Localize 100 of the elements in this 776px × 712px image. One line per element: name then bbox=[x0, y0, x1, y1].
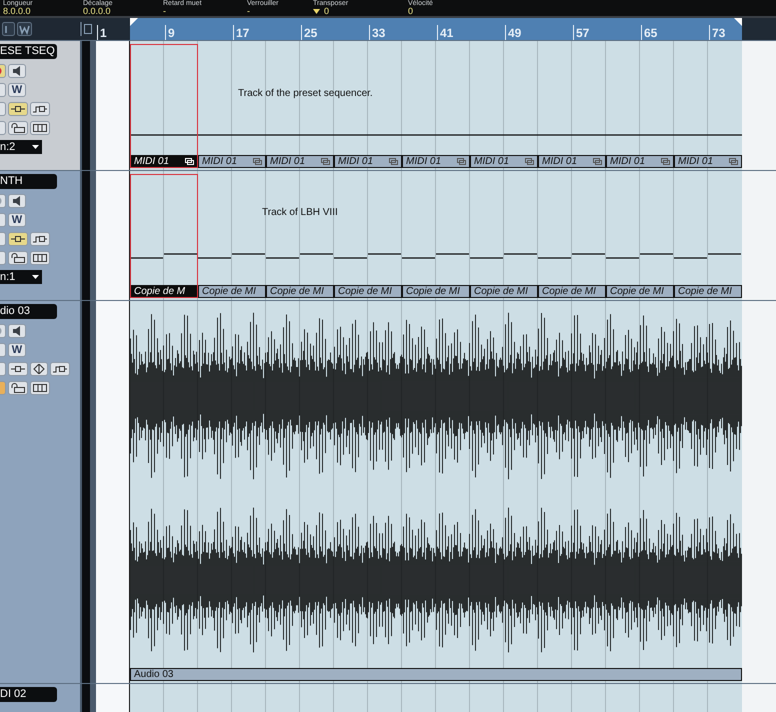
part-name: Copie de MI bbox=[406, 286, 460, 297]
track-header[interactable]: NTH W n:1 bbox=[0, 171, 80, 300]
channel-dropdown[interactable]: n:2 bbox=[0, 140, 42, 154]
bar-number: 33 bbox=[369, 25, 386, 40]
lock-button[interactable] bbox=[8, 381, 28, 395]
part-name: Copie de MI bbox=[202, 286, 256, 297]
midi-part-label[interactable]: Copie de M bbox=[130, 285, 198, 298]
track-name-field[interactable]: NTH bbox=[0, 174, 57, 189]
field-value: 8.0.0.0 bbox=[3, 7, 31, 16]
send-button[interactable] bbox=[30, 102, 50, 116]
track-name-field[interactable]: DI 02 bbox=[0, 687, 57, 702]
shared-copy-icon bbox=[661, 158, 670, 165]
part-name: MIDI 01 bbox=[406, 156, 442, 167]
track-header[interactable]: ESE TSEQ W n:2 bbox=[0, 41, 80, 170]
lock-icon bbox=[11, 253, 25, 263]
midi-part-label[interactable]: MIDI 01 bbox=[334, 155, 402, 168]
midi-part-label[interactable]: Copie de MI bbox=[606, 285, 674, 298]
left-locator-icon bbox=[130, 18, 138, 26]
insert-button[interactable] bbox=[8, 362, 28, 376]
track-header[interactable]: DI 02 bbox=[0, 684, 80, 712]
midi-part-label[interactable]: MIDI 01 bbox=[538, 155, 606, 168]
diamond-icon bbox=[33, 364, 45, 374]
part-name: MIDI 01 bbox=[202, 156, 238, 167]
midi-part-label[interactable]: Copie de MI bbox=[470, 285, 538, 298]
shared-copy-icon bbox=[525, 158, 534, 165]
insert-button[interactable] bbox=[8, 232, 28, 246]
track-note: Track of the preset sequencer. bbox=[238, 88, 373, 100]
send-icon bbox=[33, 235, 47, 243]
write-button[interactable]: W bbox=[8, 213, 26, 227]
part-name: MIDI 01 bbox=[542, 156, 578, 167]
shared-copy-icon bbox=[185, 158, 194, 165]
audio-part-label[interactable]: Audio 03 bbox=[130, 668, 742, 681]
part-name: Copie de MI bbox=[610, 286, 664, 297]
midi-part-label[interactable]: MIDI 01 bbox=[674, 155, 742, 168]
part-name: MIDI 01 bbox=[270, 156, 306, 167]
shared-copy-icon bbox=[321, 158, 330, 165]
track-name-field[interactable]: dio 03 bbox=[0, 304, 57, 319]
midi-part-label[interactable]: MIDI 01 bbox=[198, 155, 266, 168]
columns-icon bbox=[33, 254, 47, 262]
field-value: 0 bbox=[324, 7, 330, 16]
pan-button[interactable] bbox=[30, 362, 48, 376]
midi-part-label[interactable]: MIDI 01 bbox=[470, 155, 538, 168]
lock-button[interactable] bbox=[8, 121, 28, 135]
midi-part-label[interactable]: Copie de MI bbox=[674, 285, 742, 298]
part-name: Copie de MI bbox=[678, 286, 732, 297]
field-value: 0.0.0.0 bbox=[83, 7, 111, 16]
part-name: MIDI 01 bbox=[678, 156, 714, 167]
channel-value: n:2 bbox=[0, 140, 16, 154]
ruler-bar[interactable] bbox=[130, 18, 742, 40]
midi-part-label[interactable]: MIDI 01 bbox=[130, 155, 198, 168]
editor-button[interactable] bbox=[30, 121, 50, 135]
bar-number: 65 bbox=[641, 25, 658, 40]
shared-copy-icon bbox=[253, 158, 262, 165]
midi-part-label[interactable]: Copie de MI bbox=[334, 285, 402, 298]
bar-number: 1 bbox=[97, 25, 107, 40]
midi-part-label[interactable]: Copie de MI bbox=[198, 285, 266, 298]
insert-button[interactable] bbox=[8, 102, 28, 116]
field-value: - bbox=[163, 7, 166, 16]
columns-icon bbox=[33, 124, 47, 132]
monitor-button[interactable] bbox=[8, 64, 26, 78]
bar-number: 57 bbox=[573, 25, 590, 40]
shared-copy-icon bbox=[457, 158, 466, 165]
write-button[interactable]: W bbox=[8, 83, 26, 97]
lock-icon bbox=[11, 123, 25, 133]
monitor-button[interactable] bbox=[8, 324, 26, 338]
part-name: MIDI 01 bbox=[134, 156, 170, 167]
part-name: Copie de MI bbox=[542, 286, 596, 297]
channel-dropdown[interactable]: n:1 bbox=[0, 270, 42, 284]
bar-number: 41 bbox=[437, 25, 454, 40]
track-header[interactable]: dio 03 W bbox=[0, 301, 80, 683]
insert-icon bbox=[11, 365, 25, 373]
columns-icon bbox=[33, 384, 47, 392]
editor-button[interactable] bbox=[30, 381, 50, 395]
bar-number: 9 bbox=[165, 25, 175, 40]
monitor-button[interactable] bbox=[8, 194, 26, 208]
part-name: Audio 03 bbox=[134, 669, 174, 680]
send-button[interactable] bbox=[30, 232, 50, 246]
part-name: Copie de MI bbox=[338, 286, 392, 297]
write-button[interactable]: W bbox=[8, 343, 26, 357]
dropdown-arrow-icon bbox=[32, 275, 39, 279]
dropdown-arrow-icon bbox=[313, 9, 320, 14]
midi-part-label[interactable]: MIDI 01 bbox=[606, 155, 674, 168]
track-name-field[interactable]: ESE TSEQ bbox=[0, 44, 57, 59]
part-name: MIDI 01 bbox=[338, 156, 374, 167]
editor-button[interactable] bbox=[30, 251, 50, 265]
midi-part-label[interactable]: Copie de MI bbox=[402, 285, 470, 298]
send-button[interactable] bbox=[50, 362, 70, 376]
midi-part-label[interactable]: MIDI 01 bbox=[402, 155, 470, 168]
speaker-icon bbox=[13, 326, 21, 336]
bar-number: 25 bbox=[301, 25, 318, 40]
bar-number: 17 bbox=[233, 25, 250, 40]
midi-part-label[interactable]: Copie de MI bbox=[538, 285, 606, 298]
lock-button[interactable] bbox=[8, 251, 28, 265]
bar-number: 73 bbox=[709, 25, 726, 40]
field-value: - bbox=[247, 7, 250, 16]
midi-part-label[interactable]: MIDI 01 bbox=[266, 155, 334, 168]
dropdown-arrow-icon bbox=[32, 145, 39, 149]
shared-copy-icon bbox=[389, 158, 398, 165]
midi-part-label[interactable]: Copie de MI bbox=[266, 285, 334, 298]
part-name: Copie de MI bbox=[474, 286, 528, 297]
